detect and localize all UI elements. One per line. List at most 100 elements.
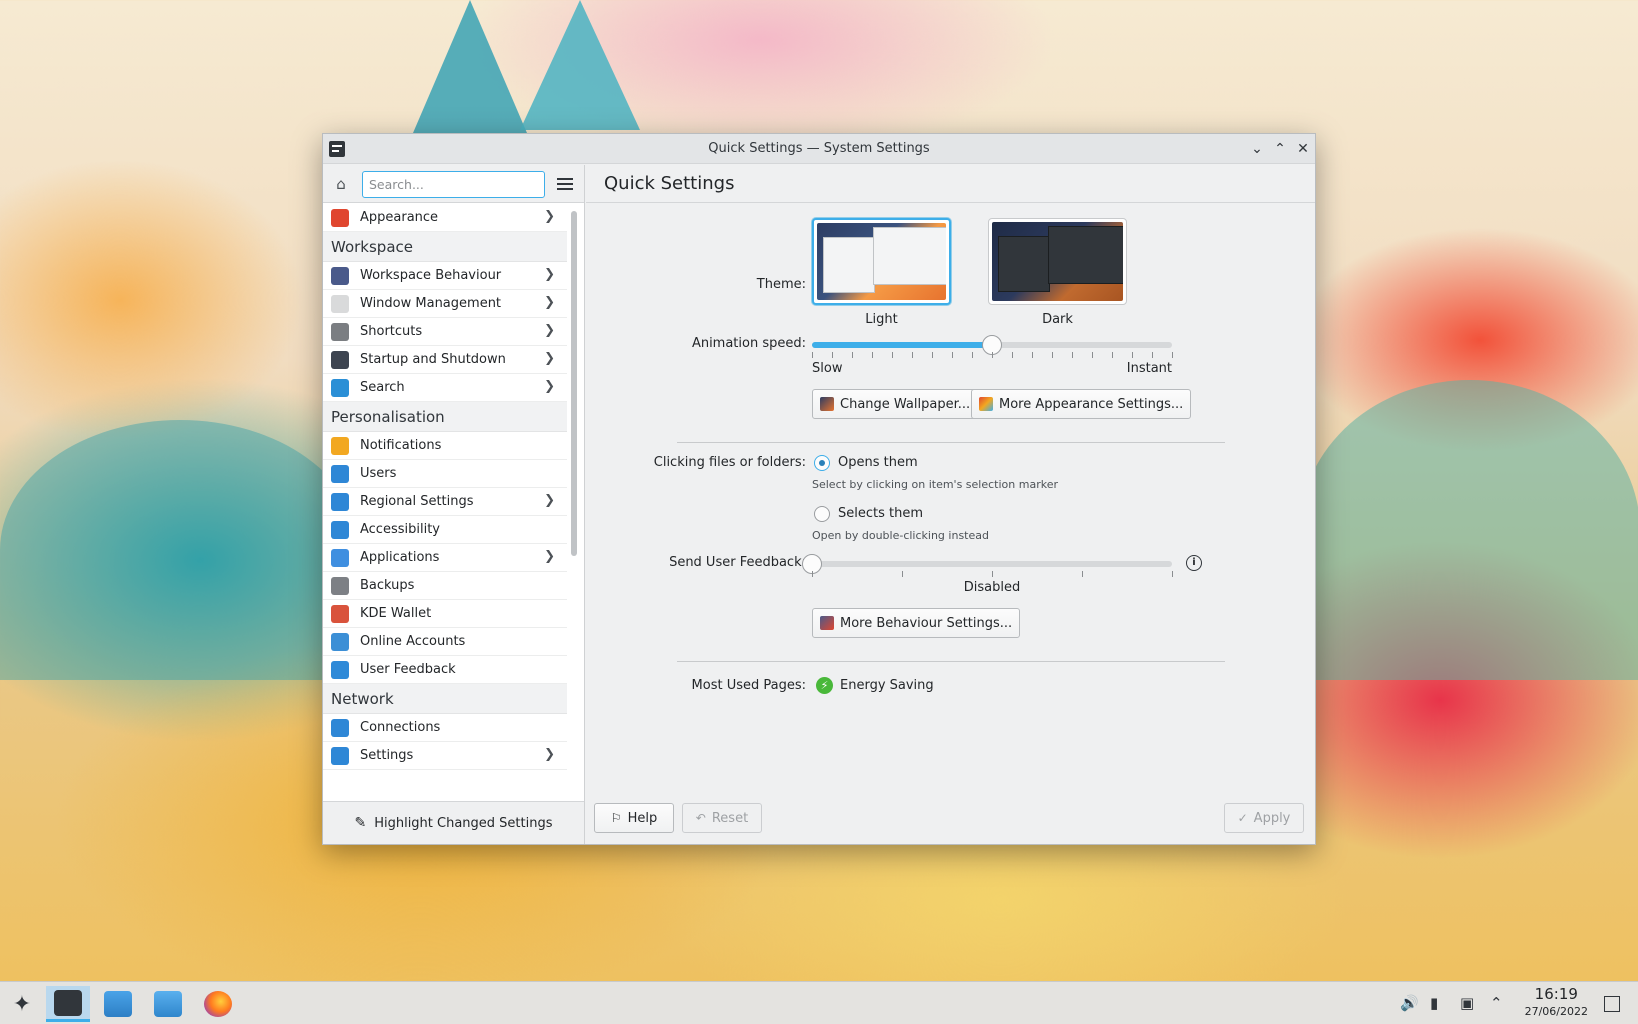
clicking-files-label: Clicking files or folders: <box>653 455 806 470</box>
taskbar-firefox[interactable] <box>196 986 240 1022</box>
taskbar-discover[interactable] <box>96 986 140 1022</box>
system-settings-icon <box>54 989 82 1016</box>
more-behaviour-settings-label: More Behaviour Settings... <box>840 615 1013 631</box>
theme-dark-card[interactable] <box>988 218 1127 305</box>
chevron-right-icon: ❯ <box>544 267 555 282</box>
sidebar-item-search[interactable]: Search ❯ <box>323 374 567 402</box>
selects-them-radio[interactable] <box>814 506 830 522</box>
animation-slow-label: Slow <box>812 361 843 376</box>
sidebar-item-label: Startup and Shutdown <box>360 352 506 367</box>
app-launcher-icon[interactable]: ✦ <box>0 986 44 1022</box>
chevron-right-icon: ❯ <box>544 747 555 762</box>
taskbar: ✦ 🔊 ▮ ▣ ⌃ 16:19 27/06/2022 <box>0 981 1638 1024</box>
sidebar-item-backups[interactable]: Backups <box>323 572 567 600</box>
backups-icon <box>331 576 349 595</box>
checkmark-icon: ✓ <box>1237 811 1248 825</box>
device-icon[interactable]: ▮ <box>1430 994 1438 1012</box>
sidebar-item-label: Online Accounts <box>360 634 466 649</box>
info-icon[interactable]: i <box>1186 555 1202 571</box>
close-icon[interactable]: ✕ <box>1294 140 1312 158</box>
sidebar-item-regional-settings[interactable]: Regional Settings ❯ <box>323 488 567 516</box>
undo-icon: ↶ <box>695 811 706 825</box>
taskbar-dolphin[interactable] <box>146 986 190 1022</box>
sidebar-item-user-feedback[interactable]: User Feedback <box>323 656 567 684</box>
sidebar-list[interactable]: Appearance ❯ Workspace Workspace Behaviour ❯… <box>323 204 567 794</box>
window-title: Quick Settings — System Settings <box>708 141 930 156</box>
volume-icon[interactable]: 🔊 <box>1400 994 1419 1012</box>
energy-saving-icon: ⚡ <box>816 677 833 694</box>
change-wallpaper-button[interactable]: Change Wallpaper... <box>812 389 979 419</box>
taskbar-system-settings[interactable] <box>46 986 90 1022</box>
sidebar-item-label: Window Management <box>360 296 502 311</box>
sidebar-item-window-management[interactable]: Window Management ❯ <box>323 290 567 318</box>
feedback-icon <box>331 660 349 679</box>
home-icon[interactable]: ⌂ <box>331 175 351 193</box>
clock[interactable]: 16:19 27/06/2022 <box>1525 986 1588 1020</box>
regional-settings-icon <box>331 492 349 511</box>
wallpaper-shape <box>1300 380 1638 680</box>
reset-button[interactable]: ↶ Reset <box>682 803 762 833</box>
divider <box>677 661 1225 662</box>
chevron-right-icon: ❯ <box>544 549 555 564</box>
sidebar-header: ⌂ <box>323 165 584 203</box>
sidebar-item-applications[interactable]: Applications ❯ <box>323 544 567 572</box>
animation-speed-label: Animation speed: <box>691 336 806 351</box>
selects-them-hint: Open by double-clicking instead <box>812 529 989 542</box>
theme-label: Theme: <box>756 277 806 292</box>
opens-them-label[interactable]: Opens them <box>838 455 918 470</box>
applications-icon <box>331 548 349 567</box>
sidebar-item-appearance[interactable]: Appearance ❯ <box>323 204 567 232</box>
clock-time: 16:19 <box>1534 985 1578 1003</box>
more-behaviour-settings-button[interactable]: More Behaviour Settings... <box>812 608 1021 638</box>
sidebar-item-online-accounts[interactable]: Online Accounts <box>323 628 567 656</box>
minimize-icon[interactable]: ⌄ <box>1248 140 1266 158</box>
discover-icon <box>104 991 132 1017</box>
help-button[interactable]: ⚐ Help <box>594 803 674 833</box>
network-icon[interactable]: ▣ <box>1460 994 1474 1012</box>
sidebar-item-shortcuts[interactable]: Shortcuts ❯ <box>323 318 567 346</box>
sidebar-item-workspace-behaviour[interactable]: Workspace Behaviour ❯ <box>323 262 567 290</box>
selects-them-label[interactable]: Selects them <box>838 506 923 521</box>
sidebar-item-startup-and-shutdown[interactable]: Startup and Shutdown ❯ <box>323 346 567 374</box>
most-used-energy-saving-link[interactable]: ⚡ Energy Saving <box>816 677 934 694</box>
wallet-icon <box>331 604 349 623</box>
clock-date: 27/06/2022 <box>1524 1005 1588 1018</box>
help-icon: ⚐ <box>610 811 622 825</box>
hamburger-menu-icon[interactable] <box>555 175 575 193</box>
apply-button[interactable]: ✓ Apply <box>1224 803 1304 833</box>
theme-light-card[interactable] <box>812 218 951 305</box>
chevron-right-icon: ❯ <box>544 209 555 224</box>
search-input[interactable] <box>362 171 545 198</box>
sidebar-item-connections[interactable]: Connections <box>323 714 567 742</box>
theme-light-label: Light <box>865 312 898 327</box>
sidebar-item-accessibility[interactable]: Accessibility <box>323 516 567 544</box>
shortcuts-icon <box>331 322 349 341</box>
theme-dark-preview <box>992 222 1123 301</box>
sidebar-item-users[interactable]: Users <box>323 460 567 488</box>
sidebar-item-kde-wallet[interactable]: KDE Wallet <box>323 600 567 628</box>
tray-expand-icon[interactable]: ⌃ <box>1490 994 1503 1012</box>
sidebar-item-label: Applications <box>360 550 440 565</box>
animation-instant-label: Instant <box>1126 361 1172 376</box>
divider <box>677 442 1225 443</box>
sidebar-scrollbar[interactable] <box>571 211 577 556</box>
maximize-icon[interactable]: ⌃ <box>1271 140 1289 158</box>
animation-speed-slider[interactable] <box>812 335 1172 355</box>
opens-them-radio[interactable] <box>814 455 830 471</box>
sidebar-item-label: Workspace Behaviour <box>360 268 502 283</box>
sidebar-item-settings[interactable]: Settings ❯ <box>323 742 567 770</box>
feedback-value-label: Disabled <box>963 580 1021 595</box>
user-feedback-ticks <box>812 571 1173 577</box>
appearance-icon <box>331 208 349 227</box>
sidebar-item-notifications[interactable]: Notifications <box>323 432 567 460</box>
search-icon <box>331 378 349 397</box>
sidebar-item-label: Search <box>360 380 405 395</box>
user-feedback-slider[interactable] <box>802 554 1172 574</box>
more-appearance-settings-button[interactable]: More Appearance Settings... <box>971 389 1192 419</box>
show-desktop-icon[interactable] <box>1604 996 1620 1012</box>
more-appearance-settings-label: More Appearance Settings... <box>999 396 1184 412</box>
highlight-changed-settings-button[interactable]: ✎ Highlight Changed Settings <box>323 801 584 844</box>
title-bar[interactable]: Quick Settings — System Settings ⌄ ⌃ ✕ <box>323 134 1315 164</box>
apply-label: Apply <box>1253 810 1291 826</box>
wallpaper-icon <box>820 397 834 411</box>
